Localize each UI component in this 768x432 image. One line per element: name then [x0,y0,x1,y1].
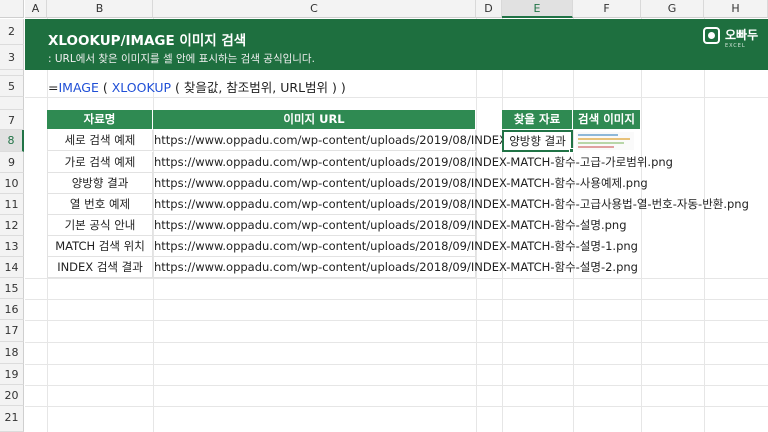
gridline [704,18,705,432]
row-header-9[interactable]: 9 [0,152,24,173]
table-row-name[interactable]: INDEX 검색 결과 [47,257,153,278]
table-row-url: https://www.oppadu.com/wp-content/upload… [154,218,627,232]
row-header-3[interactable]: 3 [0,45,24,70]
table-row-url: https://www.oppadu.com/wp-content/upload… [154,260,638,274]
table-row-name[interactable]: 가로 검색 예제 [47,152,153,173]
formula-fn-image: IMAGE [58,80,99,95]
lookup-header-value[interactable]: 찾을 자료 [502,110,573,129]
row-header-18[interactable]: 18 [0,342,24,364]
column-header-a[interactable]: A [25,0,47,18]
row-header-14[interactable]: 14 [0,257,24,278]
column-header-h[interactable]: H [704,0,768,18]
row-header-19[interactable]: 19 [0,364,24,385]
column-header-g[interactable]: G [641,0,704,18]
page-subtitle: : URL에서 찾은 이미지를 셀 안에 표시하는 검색 공식입니다. [48,53,315,65]
row-header-16[interactable]: 16 [0,299,24,320]
gridline [25,320,768,321]
gridline [25,385,768,386]
row-header-11[interactable]: 11 [0,194,24,215]
gridline [25,278,768,279]
gridline [25,299,768,300]
lookup-header-image[interactable]: 검색 이미지 [573,110,641,129]
row-header-17[interactable]: 17 [0,320,24,342]
row-header-8[interactable]: 8 [0,130,24,152]
table-row-url: https://www.oppadu.com/wp-content/upload… [154,155,673,169]
row-header-2[interactable]: 2 [0,19,24,45]
column-header-c[interactable]: C [153,0,476,18]
table-row-url: https://www.oppadu.com/wp-content/upload… [154,239,638,253]
row-header-13[interactable]: 13 [0,236,24,257]
logo-text: 오빠두 [725,28,759,42]
table-row-url: https://www.oppadu.com/wp-content/upload… [154,133,502,147]
row-header-6[interactable] [0,97,24,110]
table-header-name[interactable]: 자료명 [47,110,153,129]
gridline [641,18,642,432]
table-row-name[interactable]: MATCH 검색 위치 [47,236,153,257]
table-row-name[interactable]: 양방향 결과 [47,173,153,194]
formula-fn-xlookup: XLOOKUP [111,80,172,95]
column-header-e[interactable]: E [502,0,573,18]
table-row-name[interactable]: 기본 공식 안내 [47,215,153,236]
row-header-12[interactable]: 12 [0,215,24,236]
fill-handle[interactable] [569,148,574,153]
row-header-10[interactable]: 10 [0,173,24,194]
result-image-thumbnail[interactable] [576,132,634,150]
column-header-b[interactable]: B [47,0,153,18]
brand-logo: 오빠두 [703,27,758,44]
logo-icon [703,27,720,44]
table-row-name[interactable]: 열 번호 예제 [47,194,153,215]
table-row-url: https://www.oppadu.com/wp-content/upload… [154,176,648,190]
gridline [25,342,768,343]
column-header-f[interactable]: F [573,0,641,18]
logo-subtext: EXCEL [725,43,746,49]
table-row-url: https://www.oppadu.com/wp-content/upload… [154,197,749,211]
row-header-7[interactable]: 7 [0,110,24,130]
page-title: XLOOKUP/IMAGE 이미지 검색 [48,33,247,49]
row-header-20[interactable]: 20 [0,385,24,406]
table-row-name[interactable]: 세로 검색 예제 [47,130,153,151]
table-header-url[interactable]: 이미지 URL [153,110,476,129]
gridline [25,406,768,407]
lookup-value-cell[interactable]: 양방향 결과 [502,130,573,152]
formula-paren: ( [98,80,112,95]
gridline [25,97,768,98]
row-header-5[interactable]: 5 [0,76,24,97]
column-header-d[interactable]: D [476,0,502,18]
gridline [25,364,768,365]
row-header-21[interactable]: 21 [0,406,24,432]
row-header-15[interactable]: 15 [0,278,24,299]
formula-text[interactable]: =IMAGE ( XLOOKUP ( 찾을값, 참조범위, URL범위 ) ) [48,77,346,96]
select-all-corner[interactable] [0,0,24,18]
formula-equals: = [48,80,59,95]
formula-args: ( 찾을값, 참조범위, URL범위 ) ) [171,80,346,95]
